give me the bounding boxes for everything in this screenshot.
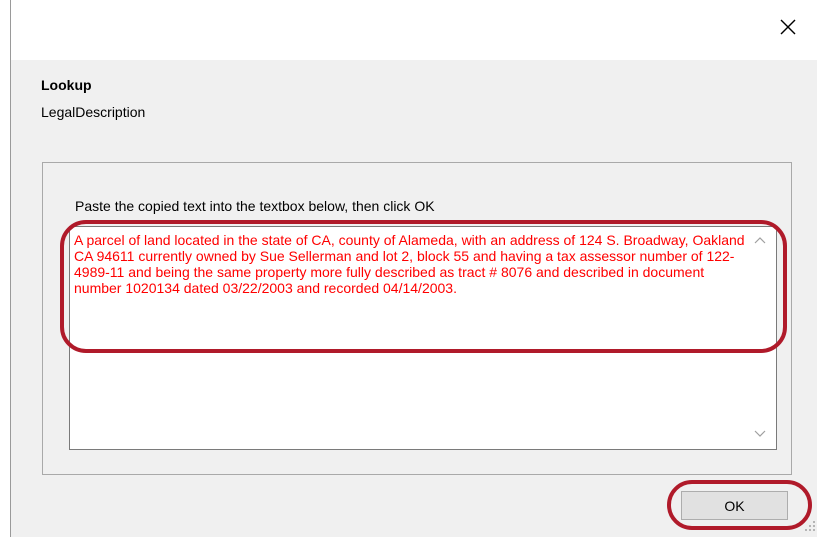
title-bar [11, 0, 817, 60]
dialog-heading: Lookup [41, 77, 92, 93]
resize-grip-icon[interactable] [804, 520, 816, 532]
instruction-label: Paste the copied text into the textbox b… [75, 198, 435, 214]
lookup-dialog: Lookup LegalDescription Paste the copied… [10, 0, 817, 537]
close-button[interactable] [773, 12, 803, 42]
textbox-scrollbar[interactable] [744, 227, 776, 449]
close-icon [780, 19, 796, 35]
legal-description-textbox[interactable]: A parcel of land located in the state of… [69, 226, 777, 450]
ok-button[interactable]: OK [681, 491, 788, 520]
chevron-up-icon[interactable] [752, 233, 768, 249]
chevron-down-icon[interactable] [752, 425, 768, 441]
dialog-subheading: LegalDescription [41, 104, 146, 120]
